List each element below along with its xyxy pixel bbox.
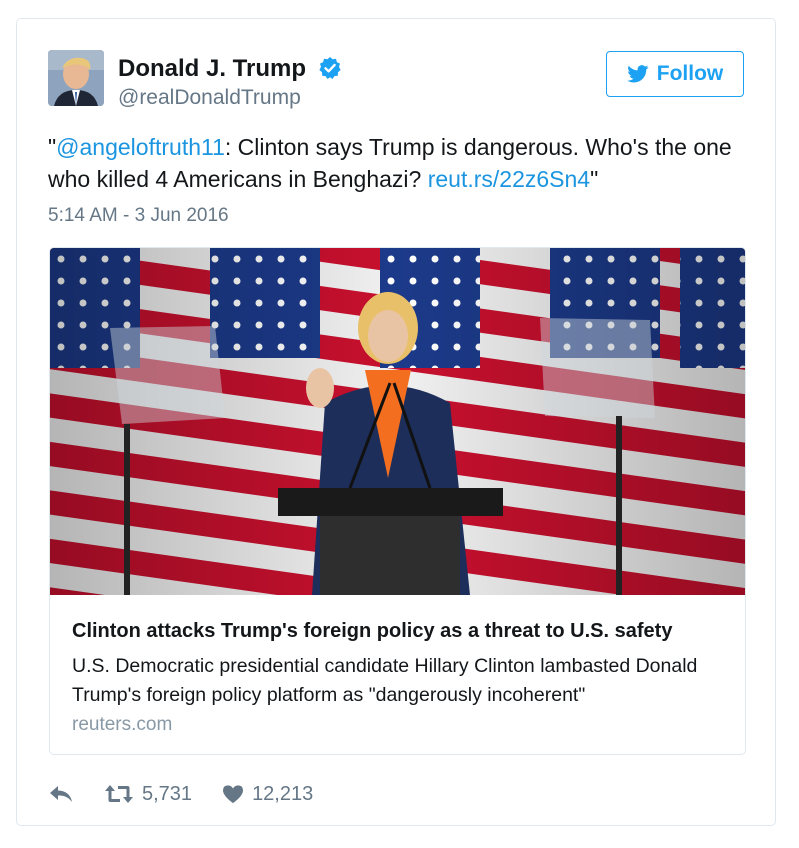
reply-icon xyxy=(50,786,72,802)
card-description: U.S. Democratic presidential candidate H… xyxy=(72,655,698,706)
link-card[interactable]: Clinton attacks Trump's foreign policy a… xyxy=(49,247,746,755)
tweet-text: "@angeloftruth11: Clinton says Trump is … xyxy=(48,131,748,195)
retweet-count: 5,731 xyxy=(142,782,193,805)
heart-icon xyxy=(223,785,244,804)
tweet-card: Donald J. Trump @realDonaldTrump Follow … xyxy=(16,18,776,826)
card-title[interactable]: Clinton attacks Trump's foreign policy a… xyxy=(72,620,672,643)
like-count: 12,213 xyxy=(252,782,314,805)
verified-badge-icon xyxy=(319,57,341,79)
follow-button[interactable]: Follow xyxy=(606,51,744,97)
card-domain: reuters.com xyxy=(72,714,173,735)
timestamp[interactable]: 5:14 AM - 3 Jun 2016 xyxy=(48,205,229,227)
mention-link[interactable]: @angeloftruth11 xyxy=(56,134,225,160)
quote-mark: " xyxy=(48,134,57,160)
card-image xyxy=(50,248,745,595)
display-name[interactable]: Donald J. Trump xyxy=(118,55,306,83)
user-handle[interactable]: @realDonaldTrump xyxy=(118,86,301,110)
url-link[interactable]: reut.rs/22z6Sn4 xyxy=(428,166,590,192)
tweet-actions: 5,731 12,213 xyxy=(48,779,313,809)
retweet-icon xyxy=(105,785,133,803)
follow-label: Follow xyxy=(656,62,724,85)
quote-mark: " xyxy=(590,166,599,192)
avatar[interactable] xyxy=(48,50,104,106)
reply-button[interactable] xyxy=(48,783,74,805)
retweet-button[interactable]: 5,731 xyxy=(104,783,192,806)
like-button[interactable]: 12,213 xyxy=(222,783,313,806)
twitter-bird-icon xyxy=(626,65,649,83)
